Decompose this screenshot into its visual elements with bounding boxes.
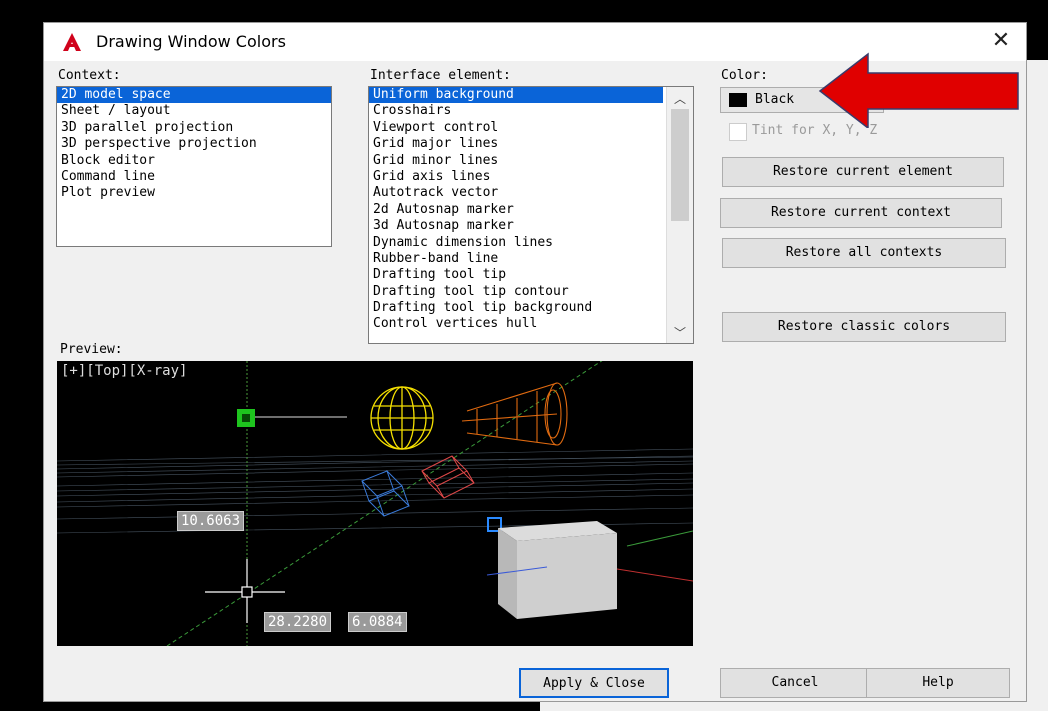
context-item[interactable]: 3D perspective projection bbox=[57, 136, 331, 152]
drafting-tool-tip-1: 10.6063 bbox=[177, 511, 245, 531]
cancel-button[interactable]: Cancel bbox=[720, 668, 870, 698]
interface-element-item[interactable]: Control vertices hull bbox=[369, 316, 663, 332]
restore-current-context-button[interactable]: Restore current context bbox=[720, 198, 1002, 228]
context-item[interactable]: 2D model space bbox=[57, 87, 331, 104]
scroll-down-icon[interactable]: ﹀ bbox=[667, 323, 693, 343]
preview-canvas: [+][Top][X-ray] 10.6063 28.2280 6.0884 bbox=[57, 361, 693, 646]
drafting-tool-tip-2: 28.2280 bbox=[264, 612, 332, 632]
context-item[interactable]: Command line bbox=[57, 169, 331, 185]
apply-close-button[interactable]: Apply & Close bbox=[519, 668, 669, 698]
help-button[interactable]: Help bbox=[866, 668, 1010, 698]
dialog-title: Drawing Window Colors bbox=[96, 32, 286, 51]
preview-label: Preview: bbox=[60, 342, 123, 357]
color-label: Color: bbox=[721, 68, 768, 83]
tint-checkbox[interactable] bbox=[729, 123, 747, 141]
interface-element-item[interactable]: Grid minor lines bbox=[369, 153, 663, 169]
context-list[interactable]: 2D model space Sheet / layout 3D parallel … bbox=[56, 86, 332, 247]
restore-current-element-button[interactable]: Restore current element bbox=[722, 157, 1004, 187]
scroll-up-icon[interactable]: ︿ bbox=[667, 89, 693, 109]
context-item[interactable]: Plot preview bbox=[57, 185, 331, 201]
color-swatch bbox=[729, 93, 747, 107]
preview-scene bbox=[57, 361, 693, 646]
interface-element-item[interactable]: Drafting tool tip bbox=[369, 267, 663, 283]
context-item[interactable]: Sheet / layout bbox=[57, 103, 331, 119]
interface-element-item[interactable]: Dynamic dimension lines bbox=[369, 235, 663, 251]
interface-element-item[interactable]: Drafting tool tip background bbox=[369, 300, 663, 316]
interface-element-list[interactable]: Uniform background Crosshairs Viewport con… bbox=[368, 86, 694, 344]
context-item[interactable]: 3D parallel projection bbox=[57, 120, 331, 136]
autocad-logo-icon bbox=[63, 33, 81, 51]
interface-element-item[interactable]: Grid axis lines bbox=[369, 169, 663, 185]
context-item[interactable]: Block editor bbox=[57, 153, 331, 169]
context-label: Context: bbox=[58, 68, 121, 83]
interface-element-item[interactable]: Viewport control bbox=[369, 120, 663, 136]
interface-element-item[interactable]: Drafting tool tip contour bbox=[369, 284, 663, 300]
interface-element-item[interactable]: 2d Autosnap marker bbox=[369, 202, 663, 218]
interface-element-item[interactable]: Uniform background bbox=[369, 87, 663, 104]
color-value: Black bbox=[755, 92, 795, 107]
red-arrow-annotation bbox=[818, 52, 1019, 128]
interface-element-item[interactable]: Rubber-band line bbox=[369, 251, 663, 267]
interface-element-scrollbar[interactable]: ︿ ﹀ bbox=[666, 87, 693, 343]
interface-element-item[interactable]: Autotrack vector bbox=[369, 185, 663, 201]
scroll-thumb[interactable] bbox=[671, 109, 689, 221]
background-window bbox=[1025, 60, 1048, 711]
restore-classic-colors-button[interactable]: Restore classic colors bbox=[722, 312, 1006, 342]
interface-element-item[interactable]: Grid major lines bbox=[369, 136, 663, 152]
restore-all-contexts-button[interactable]: Restore all contexts bbox=[722, 238, 1006, 268]
drafting-tool-tip-3: 6.0884 bbox=[348, 612, 407, 632]
interface-element-label: Interface element: bbox=[370, 68, 511, 83]
viewport-control: [+][Top][X-ray] bbox=[61, 363, 188, 379]
interface-element-item[interactable]: 3d Autosnap marker bbox=[369, 218, 663, 234]
interface-element-item[interactable]: Crosshairs bbox=[369, 103, 663, 119]
